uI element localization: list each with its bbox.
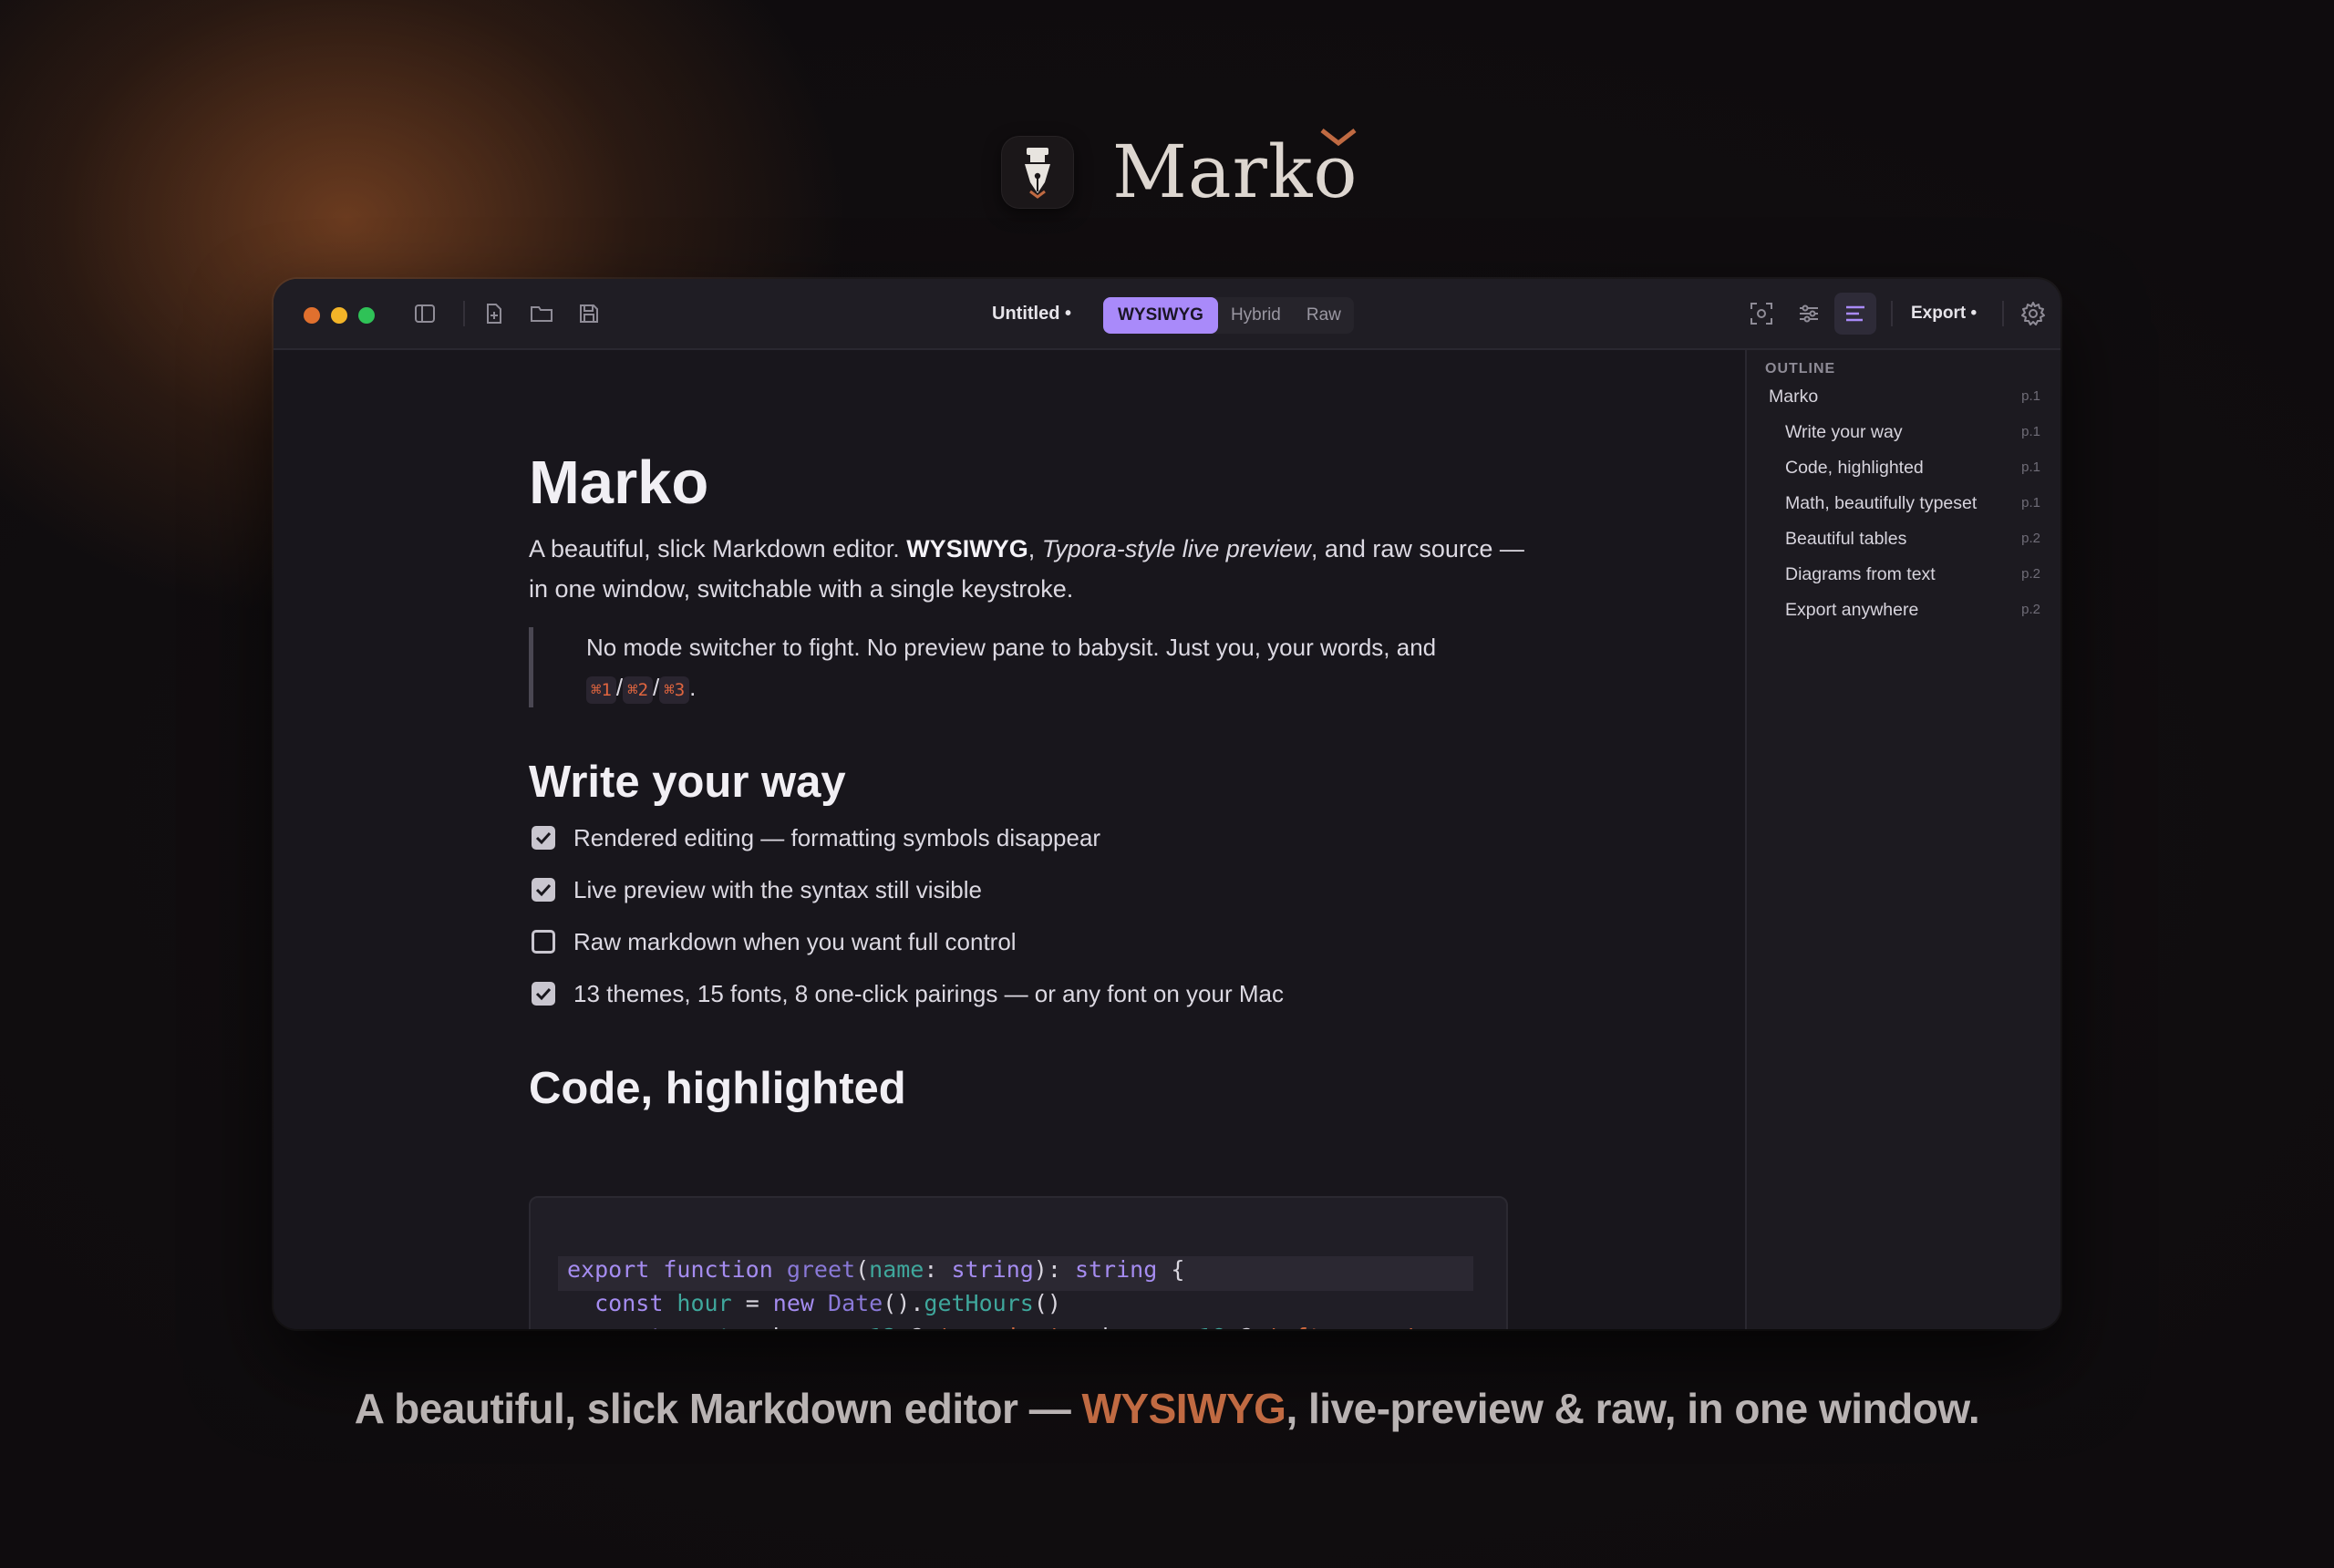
outline-sidebar: OUTLINE Marko p.1 Write your way p.1 Cod… (1745, 350, 2060, 1329)
outline-page: p.1 (2021, 388, 2040, 404)
outline-page: p.1 (2021, 459, 2040, 475)
outline-item[interactable]: Marko (1769, 381, 1818, 412)
toolbar-divider (463, 301, 465, 326)
maximize-button[interactable] (358, 307, 375, 324)
outline-page: p.2 (2021, 531, 2040, 546)
task-item: Live preview with the syntax still visib… (529, 872, 982, 908)
shortcut-key: ⌘2 (623, 676, 654, 704)
toolbar-divider (2002, 301, 2004, 326)
format-options-icon[interactable] (1794, 299, 1823, 328)
brand-header: Marko (1001, 129, 1358, 214)
app-window: Untitled • WYSIWYG Hybrid Raw Export • M… (274, 279, 2060, 1329)
checkbox-checked[interactable] (532, 982, 555, 1006)
code-block[interactable]: export function greet(name: string): str… (529, 1196, 1508, 1329)
section-heading-write: Write your way (529, 758, 846, 807)
mode-hybrid-tab[interactable]: Hybrid (1218, 297, 1294, 334)
shortcut-key: ⌘3 (659, 676, 690, 704)
outline-page: p.1 (2021, 495, 2040, 511)
minimize-button[interactable] (331, 307, 347, 324)
editor-pane[interactable]: Marko A beautiful, slick Markdown editor… (274, 350, 1745, 1329)
outline-icon[interactable] (1834, 293, 1876, 335)
sidebar-toggle-icon[interactable] (410, 299, 439, 328)
mode-raw-tab[interactable]: Raw (1294, 297, 1354, 334)
document-heading: Marko (529, 449, 709, 517)
export-button[interactable]: Export • (1911, 301, 1977, 326)
outline-page: p.2 (2021, 566, 2040, 582)
titlebar: Untitled • WYSIWYG Hybrid Raw Export • (274, 279, 2060, 350)
mode-wysiwyg-tab[interactable]: WYSIWYG (1103, 297, 1218, 334)
outline-item[interactable]: Write your way (1785, 417, 1903, 448)
document-title[interactable]: Untitled • (992, 301, 1071, 326)
checkbox-checked[interactable] (532, 826, 555, 850)
task-item: Rendered editing — formatting symbols di… (529, 820, 1100, 856)
settings-gear-icon[interactable] (2019, 299, 2048, 328)
task-item: Raw markdown when you want full control (529, 923, 1017, 960)
section-heading-code: Code, highlighted (529, 1064, 906, 1113)
new-file-icon[interactable] (480, 299, 509, 328)
save-icon[interactable] (574, 299, 604, 328)
chevron-mark (1319, 129, 1357, 147)
outline-item[interactable]: Math, beautifully typeset (1785, 488, 1977, 519)
blockquote: No mode switcher to fight. No preview pa… (529, 627, 1500, 707)
mode-switcher: WYSIWYG Hybrid Raw (1103, 297, 1354, 334)
tagline: A beautiful, slick Markdown editor — WYS… (354, 1385, 1980, 1432)
close-button[interactable] (304, 307, 320, 324)
outline-page: p.2 (2021, 602, 2040, 617)
task-item: 13 themes, 15 fonts, 8 one-click pairing… (529, 975, 1284, 1012)
toolbar-divider (1891, 301, 1893, 326)
outline-item[interactable]: Beautiful tables (1785, 523, 1906, 554)
blockquote-text: No mode switcher to fight. No preview pa… (586, 634, 1437, 661)
outline-item[interactable]: Diagrams from text (1785, 559, 1936, 590)
open-folder-icon[interactable] (527, 299, 556, 328)
brand-name: Marko (1112, 129, 1358, 214)
checkbox-checked[interactable] (532, 878, 555, 902)
focus-mode-icon[interactable] (1747, 299, 1776, 328)
shortcut-key: ⌘1 (586, 676, 616, 704)
outline-item[interactable]: Export anywhere (1785, 594, 1918, 625)
outline-page: p.1 (2021, 424, 2040, 439)
intro-paragraph: A beautiful, slick Markdown editor. WYSI… (529, 535, 1524, 603)
outline-heading: OUTLINE (1765, 361, 1836, 377)
outline-item[interactable]: Code, highlighted (1785, 452, 1924, 483)
fountain-pen-icon (1001, 136, 1074, 209)
checkbox-unchecked[interactable] (532, 930, 555, 954)
code-content: export function greet(name: string): str… (567, 1256, 1445, 1329)
